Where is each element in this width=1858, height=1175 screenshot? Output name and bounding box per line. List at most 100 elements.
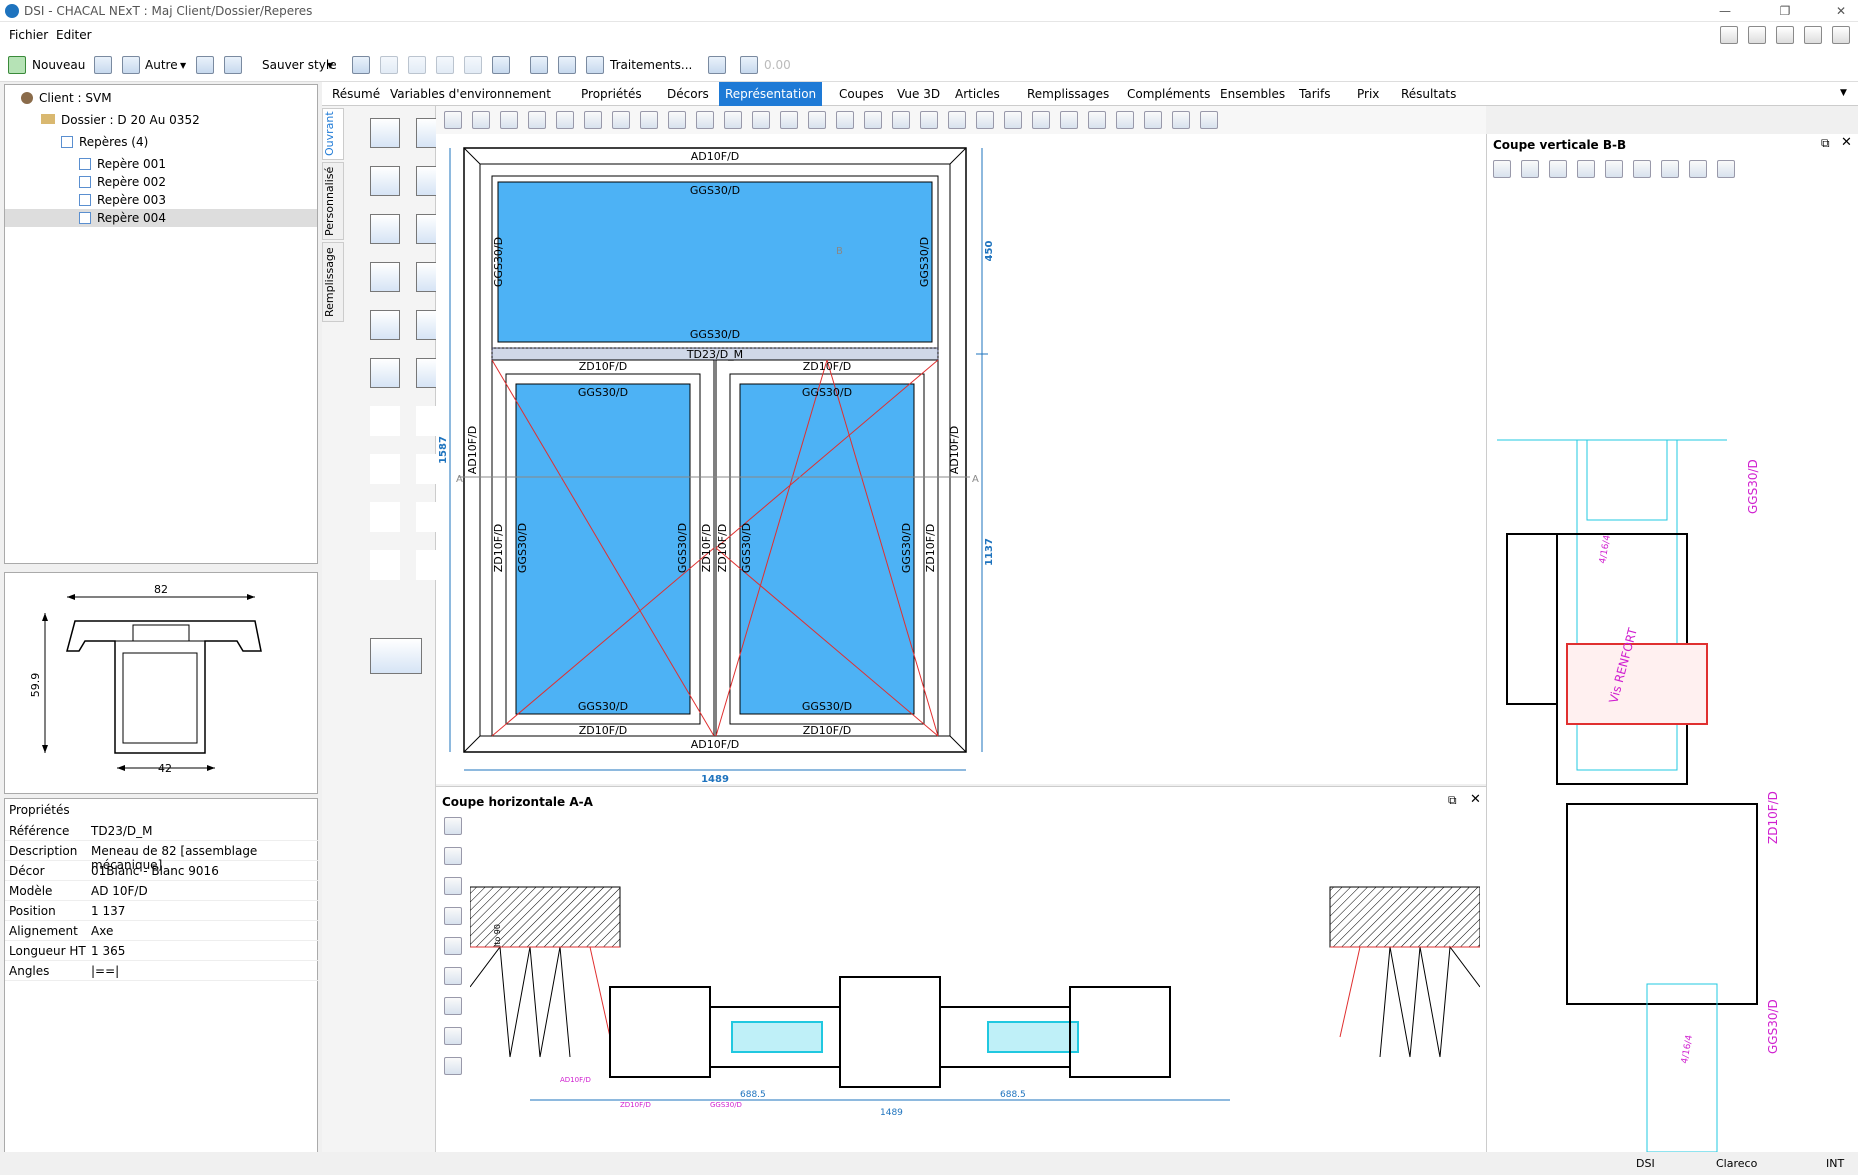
refresh-icon[interactable] xyxy=(94,56,112,74)
property-row[interactable]: Angles |==| xyxy=(5,961,319,981)
property-row[interactable]: Longueur HT 1 365 xyxy=(5,941,319,961)
vtab-personnalise[interactable]: Personnalisé xyxy=(322,162,344,240)
representation-tool-13-icon[interactable] xyxy=(808,111,826,129)
representation-tool-14-icon[interactable] xyxy=(836,111,854,129)
representation-tool-4-icon[interactable] xyxy=(556,111,574,129)
tab-12[interactable]: Prix xyxy=(1351,82,1385,106)
dxf-icon[interactable] xyxy=(1493,160,1511,178)
tab-5[interactable]: Coupes xyxy=(833,82,890,106)
hinge-a-icon[interactable] xyxy=(370,406,400,436)
hinge-e-icon[interactable] xyxy=(370,502,400,532)
cursor-icon[interactable] xyxy=(444,907,462,925)
maximize-icon[interactable]: ⧉ xyxy=(1448,793,1457,808)
restore-button[interactable]: ❐ xyxy=(1770,2,1800,20)
representation-tool-18-icon[interactable] xyxy=(948,111,966,129)
select-icon[interactable] xyxy=(444,877,462,895)
double-left-icon[interactable] xyxy=(370,310,400,340)
representation-tool-5-icon[interactable] xyxy=(584,111,602,129)
representation-tool-27-icon[interactable] xyxy=(1200,111,1218,129)
tab-13[interactable]: Résultats xyxy=(1395,82,1462,106)
printer-icon[interactable] xyxy=(586,56,604,74)
new-icon[interactable] xyxy=(8,56,26,74)
main-drawing-area[interactable]: AD10F/D AD10F/D AD10F/D AD10F/D GGS30/D … xyxy=(436,134,1486,785)
representation-tool-10-icon[interactable] xyxy=(724,111,742,129)
close-icon[interactable]: ✕ xyxy=(1470,792,1481,807)
sash-left-icon[interactable] xyxy=(370,118,400,148)
tree-item-repere-001[interactable]: Repère 001 xyxy=(79,157,166,171)
save-icon[interactable] xyxy=(224,56,242,74)
vtab-remplissage[interactable]: Remplissage xyxy=(322,242,344,322)
tab-1[interactable]: Variables d'environnement xyxy=(384,82,557,106)
property-row[interactable]: Position 1 137 xyxy=(5,901,319,921)
processing-button[interactable]: Traitements... xyxy=(610,58,692,72)
tree-item-repere-004[interactable]: Repère 004 xyxy=(79,211,166,225)
property-row[interactable]: Référence TD23/D_M xyxy=(5,821,319,841)
tree-dossier[interactable]: Dossier : D 20 Au 0352 xyxy=(41,113,200,127)
calculator-value-icon[interactable] xyxy=(740,56,758,74)
property-row[interactable]: Décor 01Blanc - Blanc 9016 xyxy=(5,861,319,881)
undo-icon[interactable] xyxy=(492,56,510,74)
cursor-icon[interactable] xyxy=(1577,160,1595,178)
representation-tool-8-icon[interactable] xyxy=(668,111,686,129)
property-row[interactable]: Alignement Axe xyxy=(5,921,319,941)
dimension-icon[interactable] xyxy=(444,937,462,955)
tab-10[interactable]: Ensembles xyxy=(1214,82,1291,106)
representation-tool-22-icon[interactable] xyxy=(1060,111,1078,129)
tab-8[interactable]: Remplissages xyxy=(1021,82,1115,106)
tilt-left-icon[interactable] xyxy=(370,166,400,196)
transom-label[interactable]: TD23/D_M xyxy=(686,348,743,361)
tools-icon[interactable] xyxy=(1832,26,1850,44)
cut-icon[interactable] xyxy=(436,56,454,74)
representation-tool-12-icon[interactable] xyxy=(780,111,798,129)
new-button[interactable]: Nouveau xyxy=(32,58,85,72)
hinge-c-icon[interactable] xyxy=(370,454,400,484)
tab-11[interactable]: Tarifs xyxy=(1293,82,1336,106)
tree-client[interactable]: Client : SVM xyxy=(21,91,112,105)
text-icon[interactable] xyxy=(1661,160,1679,178)
property-row[interactable]: Description Meneau de 82 [assemblage méca… xyxy=(5,841,319,872)
select-icon[interactable] xyxy=(1549,160,1567,178)
tab-4[interactable]: Représentation xyxy=(719,82,823,106)
representation-tool-9-icon[interactable] xyxy=(696,111,714,129)
menu-fichier[interactable]: Fichier xyxy=(9,28,48,42)
zoom-icon[interactable] xyxy=(444,1057,462,1075)
coupe-verticale-drawing[interactable]: Vis RENFORT 4/16/4 4/16/4 GGS30/D ZD10F/… xyxy=(1487,184,1858,1152)
save-style-button[interactable]: Sauver style xyxy=(262,58,337,72)
paste-icon[interactable] xyxy=(408,56,426,74)
representation-tool-16-icon[interactable] xyxy=(892,111,910,129)
representation-tool-0-icon[interactable] xyxy=(444,111,462,129)
edit-icon[interactable] xyxy=(444,1027,462,1045)
representation-tool-3-icon[interactable] xyxy=(528,111,546,129)
list-icon[interactable] xyxy=(1804,26,1822,44)
other-button[interactable]: Autre xyxy=(145,58,178,72)
export-icon[interactable] xyxy=(708,56,726,74)
tab-3[interactable]: Décors xyxy=(661,82,715,106)
cross-left-icon[interactable] xyxy=(370,358,400,388)
vtab-ouvrant[interactable]: Ouvrant xyxy=(322,108,344,160)
measure-icon[interactable] xyxy=(444,967,462,985)
duplicate-icon[interactable] xyxy=(380,56,398,74)
checklist-icon[interactable] xyxy=(1776,26,1794,44)
erase-icon[interactable] xyxy=(464,56,482,74)
representation-tool-15-icon[interactable] xyxy=(864,111,882,129)
copy-icon[interactable] xyxy=(196,56,214,74)
dropdown-arrow-icon[interactable]: ▼ xyxy=(327,61,333,70)
representation-tool-7-icon[interactable] xyxy=(640,111,658,129)
glazing-assistant-icon[interactable] xyxy=(370,638,422,674)
export-icon[interactable] xyxy=(444,847,462,865)
home-icon[interactable] xyxy=(1720,26,1738,44)
representation-tool-26-icon[interactable] xyxy=(1172,111,1190,129)
representation-tool-24-icon[interactable] xyxy=(1116,111,1134,129)
print-preview-icon[interactable] xyxy=(558,56,576,74)
minimize-button[interactable]: — xyxy=(1710,2,1740,20)
representation-tool-19-icon[interactable] xyxy=(976,111,994,129)
tab-7[interactable]: Articles xyxy=(949,82,1006,106)
calculator-icon[interactable] xyxy=(530,56,548,74)
tabs-overflow-icon[interactable]: ▼ xyxy=(1840,88,1847,98)
dropdown-arrow-icon[interactable]: ▼ xyxy=(180,61,186,70)
edit-icon[interactable] xyxy=(1748,26,1766,44)
zoom-icon[interactable] xyxy=(1717,160,1735,178)
measure-icon[interactable] xyxy=(1633,160,1651,178)
close-button[interactable]: ✕ xyxy=(1826,2,1856,20)
representation-tool-25-icon[interactable] xyxy=(1144,111,1162,129)
